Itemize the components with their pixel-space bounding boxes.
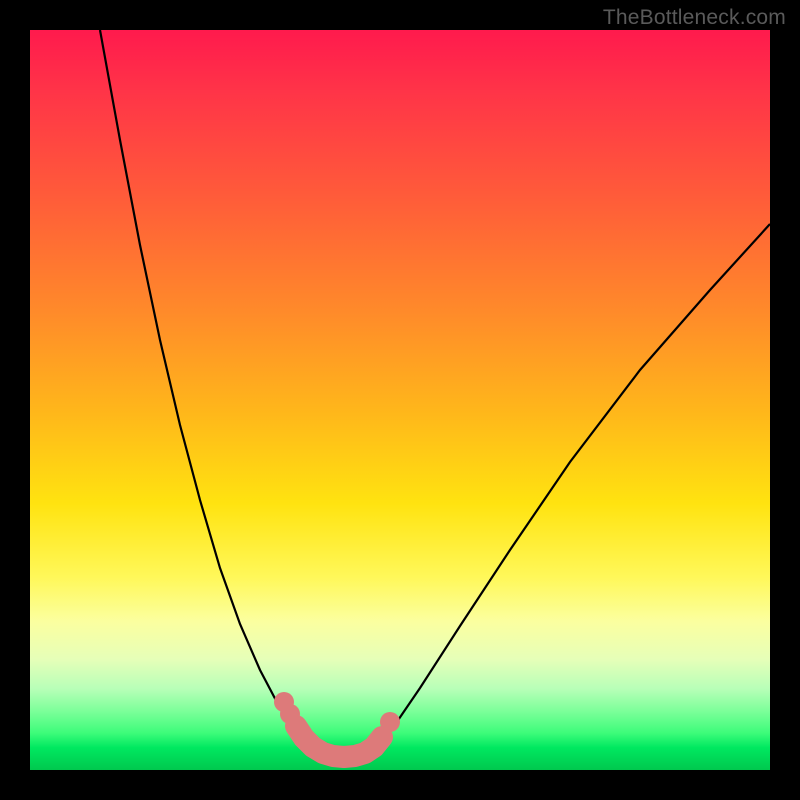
- right-curve: [370, 224, 770, 756]
- watermark-text: TheBottleneck.com: [603, 6, 786, 30]
- left-curve: [100, 30, 330, 756]
- chart-frame: TheBottleneck.com: [0, 0, 800, 800]
- chart-svg: [30, 30, 770, 770]
- highlight-markers: [274, 692, 400, 757]
- plot-area: [30, 30, 770, 770]
